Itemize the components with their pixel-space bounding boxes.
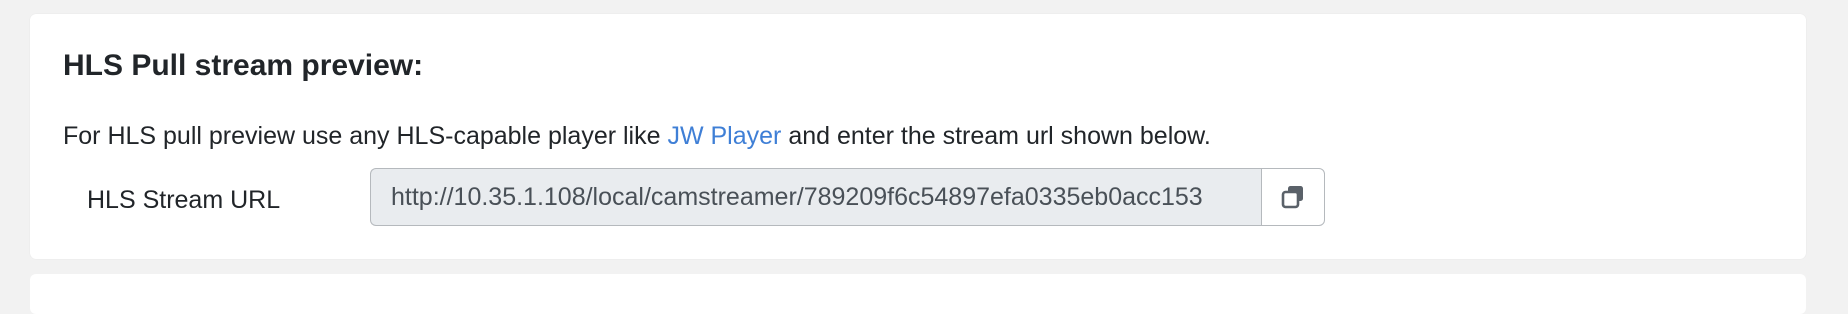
jw-player-link[interactable]: JW Player xyxy=(667,122,781,150)
copy-icon xyxy=(1281,186,1303,209)
description: For HLS pull preview use any HLS-capable… xyxy=(63,121,1211,151)
stream-url-input[interactable] xyxy=(370,168,1261,226)
description-text-after: and enter the stream url shown below. xyxy=(781,122,1211,150)
section-title: HLS Pull stream preview: xyxy=(63,49,424,82)
stream-url-input-group xyxy=(370,168,1325,226)
next-card xyxy=(30,274,1806,314)
copy-url-button[interactable] xyxy=(1261,168,1325,226)
stream-url-label: HLS Stream URL xyxy=(87,186,281,214)
description-text-before: For HLS pull preview use any HLS-capable… xyxy=(63,122,668,150)
hls-preview-card: HLS Pull stream preview: For HLS pull pr… xyxy=(30,14,1806,259)
